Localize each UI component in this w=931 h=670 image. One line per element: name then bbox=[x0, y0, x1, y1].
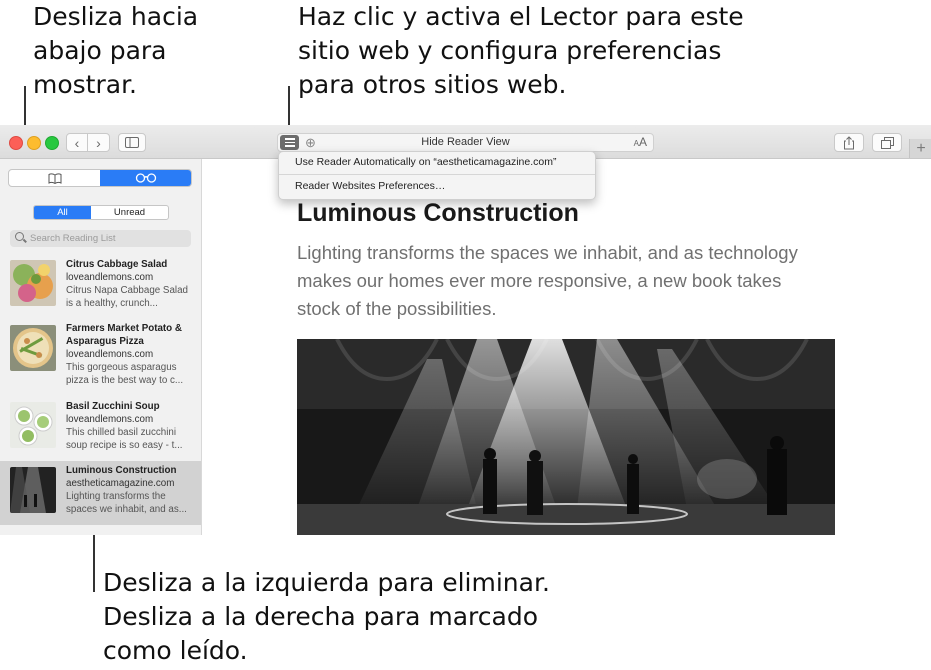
minimize-window-button[interactable] bbox=[27, 136, 41, 150]
bookmarks-icon bbox=[48, 173, 61, 184]
callout-reader-button: Haz clic y activa el Lector para este si… bbox=[298, 2, 744, 99]
thumbnail-image bbox=[10, 325, 56, 371]
item-site: loveandlemons.com bbox=[66, 349, 154, 360]
forward-button[interactable]: › bbox=[88, 133, 110, 152]
thumbnail-image bbox=[10, 467, 56, 513]
address-text: Hide Reader View bbox=[421, 136, 510, 148]
search-input[interactable] bbox=[30, 230, 188, 247]
item-site: loveandlemons.com bbox=[66, 414, 154, 425]
back-button[interactable]: ‹ bbox=[66, 133, 88, 152]
sidebar-toggle-button[interactable] bbox=[118, 133, 146, 152]
show-all-tabs-button[interactable] bbox=[872, 133, 902, 152]
reading-list-item[interactable]: Farmers Market Potato & Asparagus Pizza … bbox=[0, 321, 201, 393]
text-size-button[interactable]: AA bbox=[634, 135, 647, 149]
share-icon bbox=[844, 135, 854, 149]
chevron-right-icon: › bbox=[96, 134, 101, 151]
item-snippet: Lighting transforms the spaces we inhabi… bbox=[66, 491, 187, 515]
item-title: Basil Zucchini Soup bbox=[66, 401, 160, 412]
share-button[interactable] bbox=[834, 133, 864, 152]
callout-leader-line bbox=[93, 528, 95, 592]
close-window-button[interactable] bbox=[9, 136, 23, 150]
thumbnail-image bbox=[10, 402, 56, 448]
filter-unread-button[interactable]: Unread bbox=[91, 206, 168, 219]
item-snippet: This gorgeous asparagus pizza is the bes… bbox=[66, 362, 184, 386]
reading-list-item-selected[interactable]: Luminous Construction aestheticamagazine… bbox=[0, 461, 201, 525]
article-hero-image bbox=[297, 339, 835, 535]
filter-all-button[interactable]: All bbox=[34, 206, 92, 219]
reader-content: Luminous Construction Lighting transform… bbox=[202, 159, 931, 535]
new-tab-button[interactable]: + bbox=[909, 139, 931, 158]
reading-list-item-text: Luminous Construction aestheticamagazine… bbox=[66, 464, 196, 516]
sidebar: All Unread Citrus Cabbage Salad loveandl… bbox=[0, 159, 202, 535]
reader-menu: Use Reader Automatically on “aestheticam… bbox=[278, 151, 596, 200]
sidebar-icon bbox=[125, 137, 139, 148]
item-title: Luminous Construction bbox=[66, 465, 177, 476]
reading-list-tab[interactable] bbox=[100, 170, 191, 186]
reading-list-item[interactable]: Basil Zucchini Soup loveandlemons.com Th… bbox=[0, 399, 201, 461]
reading-filter-control: All Unread bbox=[33, 205, 169, 220]
reading-list-item-text: Farmers Market Potato & Asparagus Pizza … bbox=[66, 322, 196, 387]
search-icon bbox=[15, 232, 24, 241]
callout-swipe-down: Desliza hacia abajo para mostrar. bbox=[33, 2, 199, 99]
item-snippet: Citrus Napa Cabbage Salad is a healthy, … bbox=[66, 285, 188, 309]
menu-item-reader-preferences[interactable]: Reader Websites Preferences… bbox=[295, 180, 445, 192]
plus-icon: + bbox=[916, 139, 926, 157]
article-subtitle: Lighting transforms the spaces we inhabi… bbox=[297, 242, 798, 319]
reading-list-item-text: Basil Zucchini Soup loveandlemons.com Th… bbox=[66, 400, 196, 452]
menu-separator bbox=[279, 174, 595, 175]
menu-item-use-reader-automatically[interactable]: Use Reader Automatically on “aestheticam… bbox=[295, 156, 556, 168]
tabs-icon bbox=[880, 136, 894, 149]
sidebar-segmented-control bbox=[8, 169, 192, 187]
item-site: loveandlemons.com bbox=[66, 272, 154, 283]
item-snippet: This chilled basil zucchini soup recipe … bbox=[66, 427, 183, 451]
item-title: Farmers Market Potato & Asparagus Pizza bbox=[66, 323, 182, 347]
callout-swipe-left-right: Desliza a la izquierda para eliminar. De… bbox=[103, 568, 550, 665]
reading-list-icon bbox=[135, 173, 156, 183]
thumbnail-image bbox=[10, 260, 56, 306]
item-title: Citrus Cabbage Salad bbox=[66, 259, 168, 270]
reading-list-item-text: Citrus Cabbage Salad loveandlemons.com C… bbox=[66, 258, 196, 310]
item-site: aestheticamagazine.com bbox=[66, 478, 175, 489]
reading-list-item[interactable]: Citrus Cabbage Salad loveandlemons.com C… bbox=[0, 257, 201, 319]
chevron-left-icon: ‹ bbox=[74, 134, 80, 151]
zoom-window-button[interactable] bbox=[45, 136, 59, 150]
address-bar[interactable]: ⊕ Hide Reader View AA bbox=[277, 133, 654, 152]
bookmarks-tab[interactable] bbox=[9, 170, 100, 186]
article-title: Luminous Construction bbox=[297, 199, 579, 227]
search-reading-list[interactable] bbox=[10, 230, 191, 247]
